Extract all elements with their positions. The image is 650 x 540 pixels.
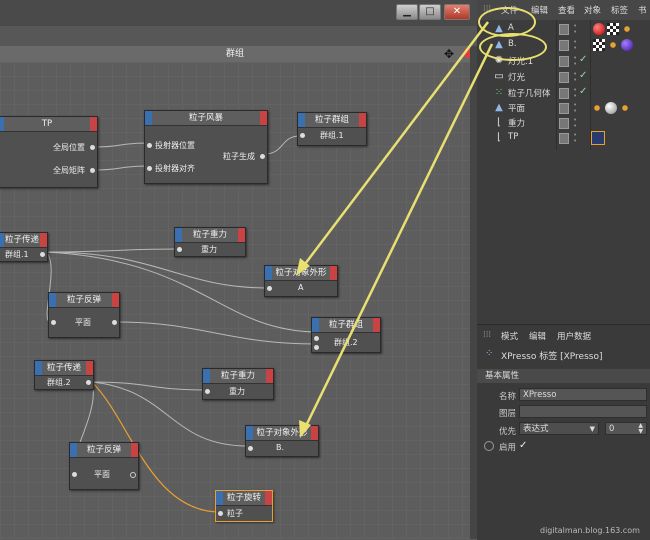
annotation-arrow-b-line — [302, 43, 494, 431]
annotation-arrow-b-head — [299, 420, 311, 438]
annotation-layer — [296, 21, 494, 438]
annotation-arrow-a-line — [301, 21, 489, 269]
watermark: digitalman.blog.163.com — [540, 526, 640, 535]
